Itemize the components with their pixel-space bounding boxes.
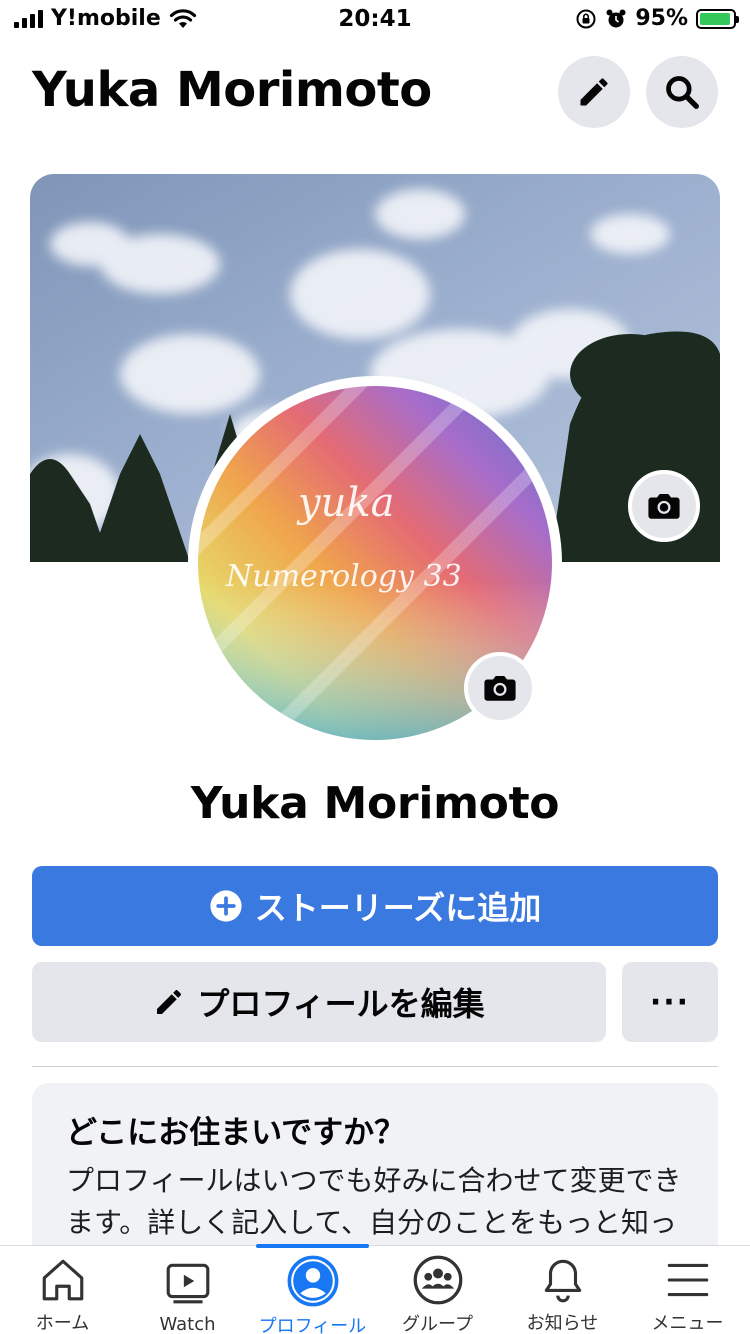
search-button[interactable] xyxy=(646,56,718,128)
orientation-lock-icon xyxy=(576,9,596,28)
status-bar: Y!mobile 20:41 95% xyxy=(0,0,750,40)
bell-icon xyxy=(544,1259,581,1302)
menu-icon xyxy=(667,1263,708,1296)
tab-watch[interactable]: Watch xyxy=(125,1254,250,1334)
tab-menu-label: メニュー xyxy=(651,1313,724,1334)
edit-button[interactable] xyxy=(558,56,630,128)
tab-notifications-label: お知らせ xyxy=(526,1313,599,1334)
more-options-icon: ··· xyxy=(649,984,691,1020)
tab-profile-label: プロフィール xyxy=(258,1316,367,1334)
more-options-button[interactable]: ··· xyxy=(622,962,718,1042)
battery-percentage: 95% xyxy=(635,6,688,31)
home-icon xyxy=(42,1259,83,1300)
profile-name: Yuka Morimoto xyxy=(190,778,560,829)
plus-circle-icon xyxy=(210,890,242,922)
pencil-icon xyxy=(580,78,608,106)
alarm-icon xyxy=(606,9,626,27)
tab-groups-label: グループ xyxy=(402,1314,473,1334)
add-to-story-label: ストーリーズに追加 xyxy=(254,889,542,927)
tab-profile[interactable]: プロフィール xyxy=(250,1254,375,1334)
location-prompt-title: どこにお住まいですか？ xyxy=(66,1115,406,1151)
active-tab-indicator xyxy=(256,1244,369,1248)
add-to-story-button[interactable]: ストーリーズに追加 xyxy=(32,866,718,946)
tab-watch-label: Watch xyxy=(159,1314,216,1334)
edit-profile-picture-button[interactable] xyxy=(464,652,536,724)
section-divider xyxy=(32,1066,718,1067)
battery-icon xyxy=(696,8,739,29)
watch-icon xyxy=(166,1263,209,1304)
tab-home-label: ホーム xyxy=(35,1313,90,1334)
edit-cover-photo-button[interactable] xyxy=(628,470,700,542)
bottom-tab-bar: ホーム Watch プロフィール グループ お知らせ メニュー xyxy=(0,1244,750,1334)
groups-icon xyxy=(413,1255,462,1305)
tab-menu[interactable]: メニュー xyxy=(625,1254,750,1334)
tab-notifications[interactable]: お知らせ xyxy=(500,1254,625,1334)
avatar-text-subtitle: Numerology 33 xyxy=(225,559,462,594)
edit-profile-label: プロフィールを編集 xyxy=(197,985,485,1023)
pencil-icon xyxy=(157,989,182,1014)
avatar-text-name: yuka xyxy=(296,480,394,526)
page-title: Yuka Morimoto xyxy=(32,62,432,118)
search-icon xyxy=(666,76,699,109)
edit-profile-button[interactable]: プロフィールを編集 xyxy=(32,962,606,1042)
tab-home[interactable]: ホーム xyxy=(0,1254,125,1334)
profile-header: Yuka Morimoto xyxy=(0,56,750,130)
camera-icon xyxy=(648,493,680,519)
camera-icon xyxy=(484,675,516,701)
profile-icon xyxy=(287,1255,338,1307)
tab-groups[interactable]: グループ xyxy=(375,1254,500,1334)
